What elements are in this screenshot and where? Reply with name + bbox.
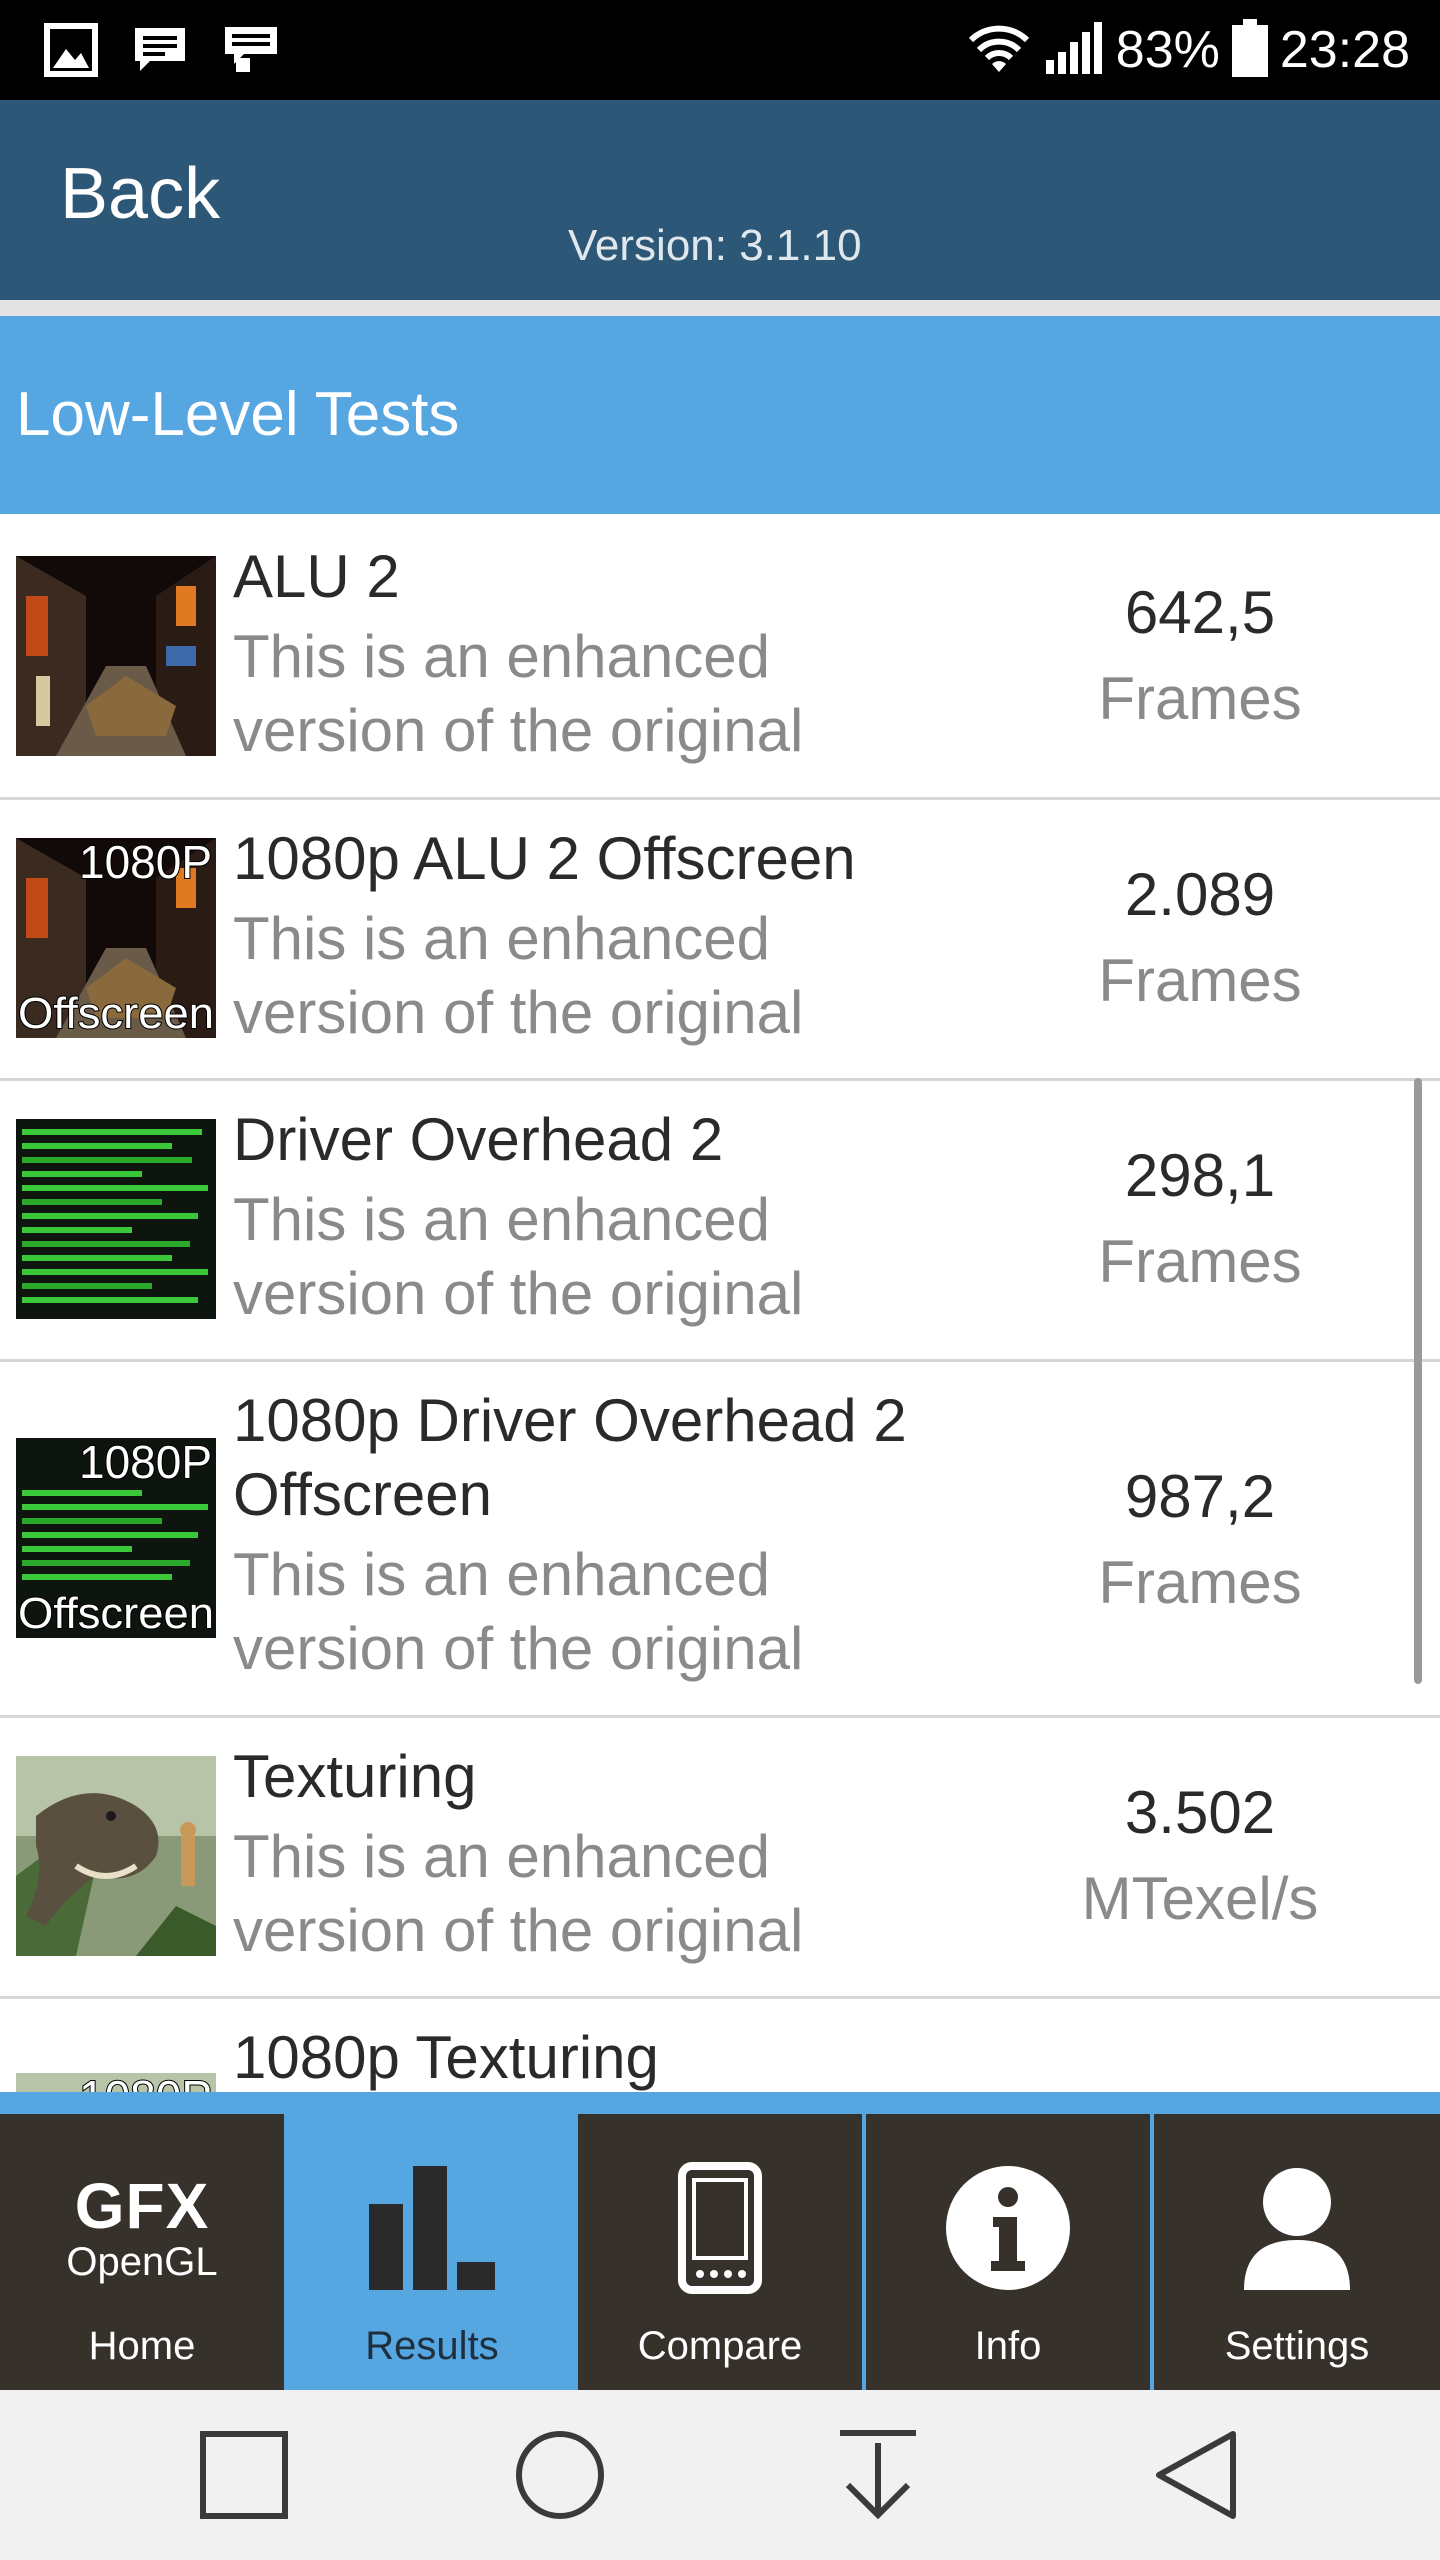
signal-icon — [1044, 21, 1104, 79]
bar-chart-icon — [290, 2158, 574, 2298]
test-info: Driver Overhead 2 This is an enhanced ver… — [233, 1103, 1023, 1331]
notification-icons — [44, 22, 280, 78]
thumb-top-label: 1080P — [79, 1438, 212, 1488]
nav-label: Info — [974, 2324, 1042, 2368]
back-link[interactable]: Back — [60, 158, 220, 230]
score-value: 3.502 — [1124, 1779, 1276, 1846]
status-bar: 83% 23:28 — [0, 0, 1440, 100]
test-description: This is an enhanced version of the origin… — [233, 905, 804, 1046]
nav-label: Results — [365, 2324, 499, 2368]
score-unit: Frames — [1098, 947, 1302, 1014]
thumb-top-label: 1080P — [79, 838, 212, 888]
test-row-alu-2[interactable]: ALU 2 This is an enhanced version of the … — [0, 514, 1440, 800]
test-title: 1080p Texturing — [233, 2024, 659, 2091]
image-notification-icon — [44, 23, 98, 77]
score-value: 298,1 — [1124, 1142, 1276, 1209]
section-title: Low-Level Tests — [16, 380, 460, 449]
clock: 23:28 — [1279, 21, 1410, 79]
chat-notification-icon — [222, 24, 280, 76]
score-value: 642,5 — [1124, 579, 1276, 646]
score-value: 2.089 — [1124, 861, 1276, 928]
nav-label: Home — [88, 2324, 196, 2368]
test-results-list[interactable]: ALU 2 This is an enhanced version of the … — [0, 514, 1440, 2092]
back-button[interactable] — [1146, 2425, 1246, 2525]
score-unit: Frames — [1098, 1549, 1302, 1616]
test-row-1080p-driver-overhead-2-offscreen[interactable]: 1080P Offscreen 1080p Driver Overhead 2O… — [0, 1362, 1440, 1718]
test-title: 1080p ALU 2 Offscreen — [233, 825, 856, 892]
arrow-down-to-line-icon — [840, 2430, 916, 2520]
status-indicators: 83% 23:28 — [966, 0, 1410, 100]
home-button[interactable] — [510, 2425, 610, 2525]
test-score: 2.089 Frames — [1030, 858, 1370, 1018]
square-icon — [200, 2431, 288, 2519]
nav-tab-info[interactable]: Info — [866, 2114, 1150, 2390]
test-score: 642,5 Frames — [1030, 576, 1370, 736]
test-row-1080p-alu-2-offscreen[interactable]: 1080P Offscreen 1080p ALU 2 Offscreen Th… — [0, 800, 1440, 1081]
test-thumbnail: 1080P Offscreen — [16, 838, 216, 1038]
test-info: 1080p Driver Overhead 2 Offscreen This is… — [233, 1384, 1023, 1686]
test-score: 298,1 Frames — [1030, 1139, 1370, 1299]
test-thumbnail — [16, 1119, 216, 1319]
test-thumbnail: 1080P Offscreen — [16, 1438, 216, 1638]
test-title: Texturing — [233, 1743, 477, 1810]
notification-pull-button[interactable] — [828, 2425, 928, 2525]
thumb-bottom-label: Offscreen — [18, 989, 214, 1038]
test-thumbnail — [16, 556, 216, 756]
triangle-back-icon — [1156, 2431, 1236, 2519]
scroll-indicator[interactable] — [1414, 1078, 1422, 1684]
circle-icon — [516, 2431, 604, 2519]
header-divider — [0, 300, 1440, 316]
recent-apps-button[interactable] — [194, 2425, 294, 2525]
info-icon — [866, 2158, 1150, 2298]
message-notification-icon — [132, 25, 188, 75]
test-thumbnail: 1080P — [16, 2073, 216, 2092]
score-unit: Frames — [1098, 665, 1302, 732]
wifi-icon — [966, 22, 1032, 79]
test-description: This is an enhanced version of the origin… — [233, 1823, 804, 1964]
logo-opengl-text: OpenGL — [66, 2240, 218, 2284]
score-unit: Frames — [1098, 1228, 1302, 1295]
test-title: Driver Overhead 2 — [233, 1106, 724, 1173]
phone-icon — [578, 2158, 862, 2298]
version-label: Version: 3.1.10 — [568, 221, 862, 270]
test-title: 1080p Driver Overhead 2 Offscreen — [233, 1387, 907, 1528]
test-info: ALU 2 This is an enhanced version of the … — [233, 540, 1023, 768]
test-info: 1080p Texturing — [233, 2021, 1023, 2092]
test-info: Texturing This is an enhanced version of … — [233, 1740, 1023, 1968]
score-value: 987,2 — [1124, 1463, 1276, 1530]
test-row-1080p-texturing[interactable]: 1080P 1080p Texturing — [0, 1999, 1440, 2092]
nav-label: Compare — [637, 2324, 803, 2368]
bottom-navigation: GFX OpenGL Home Results Compare Info Set… — [0, 2092, 1440, 2390]
test-description: This is an enhanced version of the origin… — [233, 1186, 804, 1327]
gfx-opengl-logo-icon: GFX OpenGL — [0, 2158, 284, 2298]
section-header: Low-Level Tests — [0, 316, 1440, 514]
test-title: ALU 2 — [233, 543, 400, 610]
nav-label: Settings — [1224, 2324, 1370, 2368]
thumb-bottom-label: Offscreen — [18, 1589, 214, 1638]
test-info: 1080p ALU 2 Offscreen This is an enhance… — [233, 822, 1023, 1050]
test-description: This is an enhanced version of the origin… — [233, 623, 804, 764]
nav-tab-home[interactable]: GFX OpenGL Home — [0, 2114, 284, 2390]
battery-icon — [1231, 18, 1268, 82]
test-description: This is an enhanced version of the origin… — [233, 1541, 804, 1682]
user-icon — [1154, 2158, 1440, 2298]
test-score: 3.502 MTexel/s — [1030, 1776, 1370, 1936]
nav-tab-settings[interactable]: Settings — [1154, 2114, 1440, 2390]
battery-percent: 83% — [1115, 21, 1220, 79]
test-score: 987,2 Frames — [1030, 1460, 1370, 1620]
test-row-texturing[interactable]: Texturing This is an enhanced version of … — [0, 1718, 1440, 1999]
thumb-top-label: 1080P — [79, 2073, 212, 2092]
nav-tab-compare[interactable]: Compare — [578, 2114, 862, 2390]
score-unit: MTexel/s — [1081, 1865, 1319, 1932]
nav-tab-results[interactable]: Results — [290, 2114, 574, 2390]
test-thumbnail — [16, 1756, 216, 1956]
logo-gfx-text: GFX — [74, 2170, 210, 2242]
system-navigation-bar — [0, 2390, 1440, 2560]
test-row-driver-overhead-2[interactable]: Driver Overhead 2 This is an enhanced ver… — [0, 1081, 1440, 1362]
